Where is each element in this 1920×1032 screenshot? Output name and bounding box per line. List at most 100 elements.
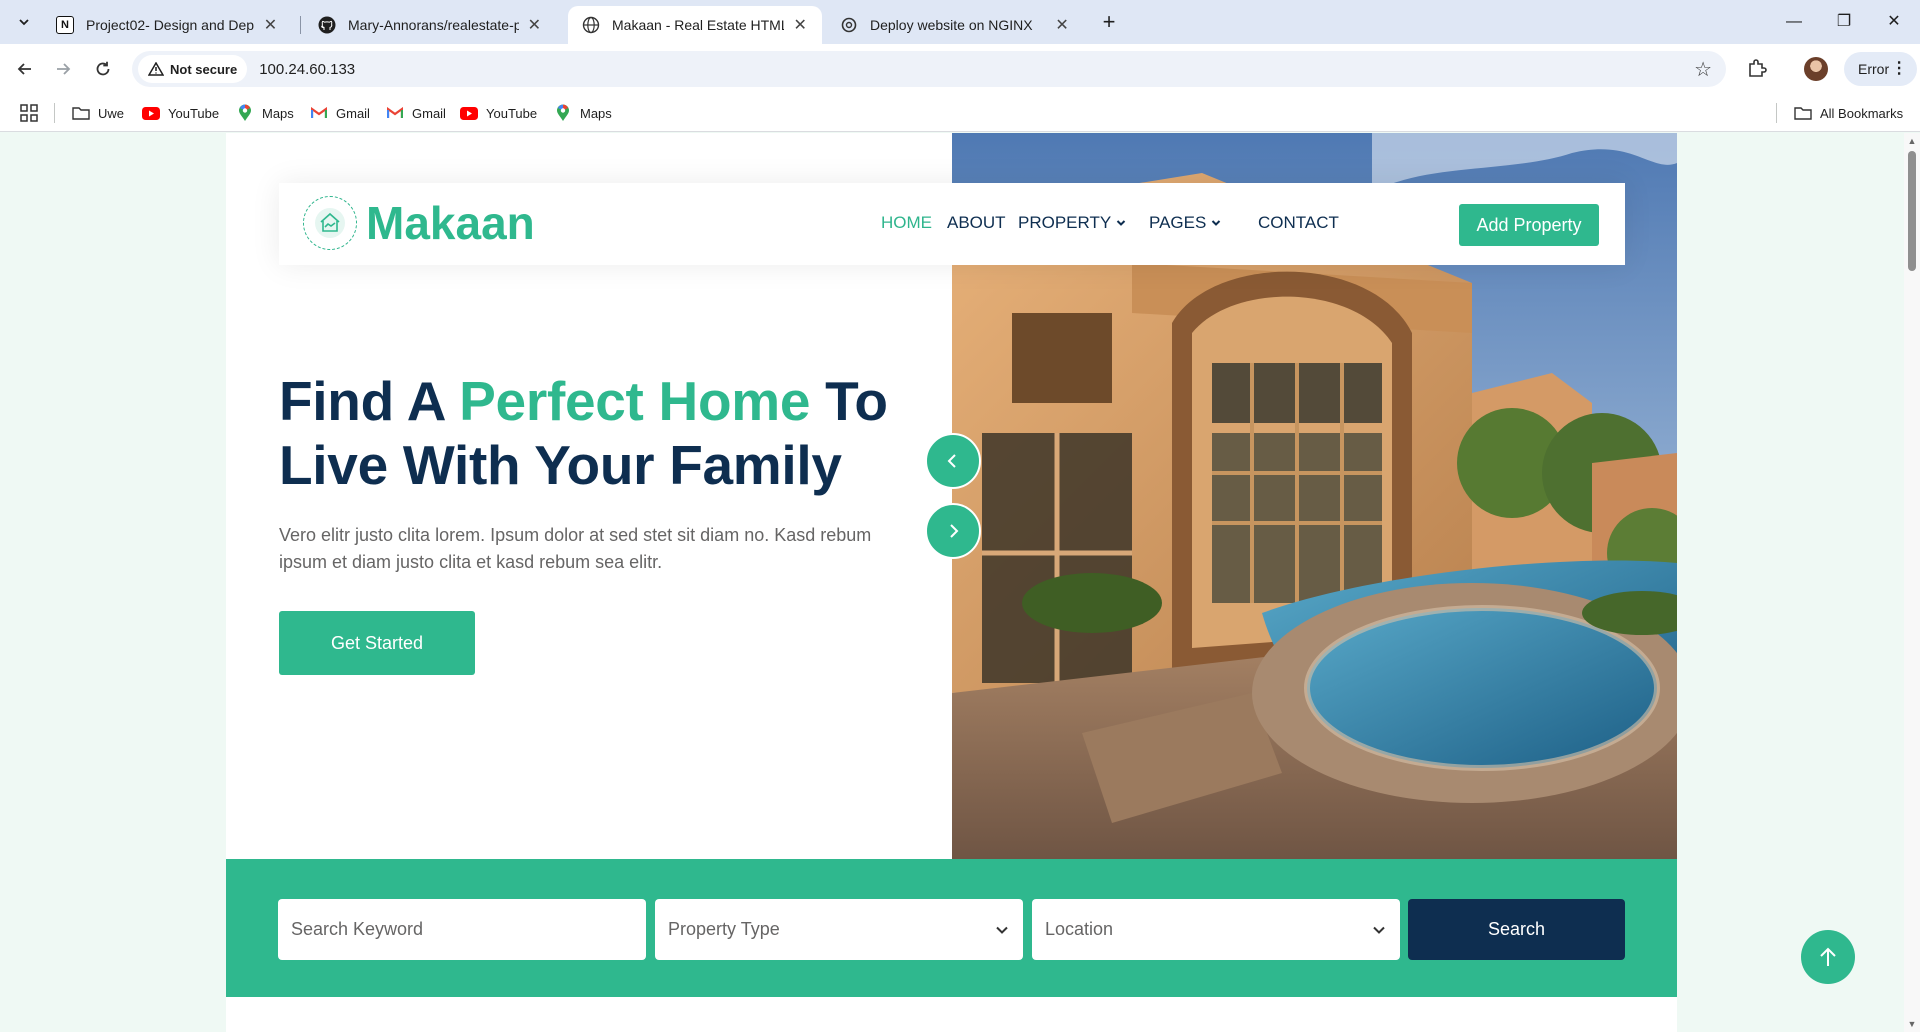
close-window-button[interactable]: ✕ (1874, 8, 1914, 36)
scroll-down-icon[interactable]: ▼ (1907, 1020, 1917, 1029)
hero-title-highlight: Perfect Home (459, 370, 811, 432)
browser-tab-bar: N Project02- Design and Deploym ✕ Mary-A… (0, 0, 1920, 44)
bookmark-label: Uwe (98, 105, 125, 121)
hero-title: Find A Perfect Home To Live With Your Fa… (279, 369, 919, 497)
bookmarks-divider (1776, 103, 1777, 123)
close-tab-icon[interactable]: ✕ (1054, 15, 1070, 35)
github-icon (318, 16, 336, 34)
bookmark-youtube[interactable]: YouTube (142, 103, 219, 123)
reload-button[interactable] (90, 56, 116, 82)
address-bar[interactable]: Not secure 100.24.60.133 ☆ (132, 51, 1726, 87)
bookmark-maps[interactable]: Maps (554, 103, 612, 123)
gmail-icon (310, 105, 328, 121)
property-type-value: Property Type (668, 919, 780, 939)
folder-icon (1794, 105, 1812, 121)
bookmark-star-icon[interactable]: ☆ (1694, 57, 1712, 82)
bookmark-label: YouTube (486, 105, 538, 121)
search-button[interactable]: Search (1408, 899, 1625, 960)
tab-title: Mary-Annorans/realestate-port (348, 17, 519, 33)
search-bar-section: Search Keyword Property Type Location Se… (226, 859, 1677, 997)
brand-name: Makaan (366, 197, 535, 249)
nav-about[interactable]: ABOUT (947, 213, 1006, 233)
site-navbar: Makaan HOME ABOUT PROPERTY PAGES CONTACT… (279, 183, 1625, 265)
scrollbar-thumb[interactable] (1908, 151, 1916, 271)
reload-icon (96, 61, 110, 76)
chevron-down-icon (19, 19, 29, 26)
bookmark-youtube[interactable]: YouTube (460, 103, 537, 123)
property-type-select[interactable]: Property Type (655, 899, 1023, 960)
brand-logo[interactable]: Makaan (303, 196, 535, 250)
chevron-down-icon (1117, 220, 1126, 226)
page-scrollbar[interactable]: ▲ ▼ (1904, 133, 1920, 1032)
tab-github[interactable]: Mary-Annorans/realestate-port ✕ (304, 6, 556, 44)
location-select[interactable]: Location (1032, 899, 1400, 960)
chevron-left-icon (947, 454, 956, 468)
close-tab-icon[interactable]: ✕ (263, 15, 278, 35)
hero-title-part1: Find A (279, 370, 460, 432)
new-tab-button[interactable]: + (1096, 10, 1122, 36)
nav-property[interactable]: PROPERTY (1018, 213, 1126, 233)
hero-description: Vero elitr justo clita lorem. Ipsum dolo… (279, 525, 872, 572)
location-value: Location (1045, 919, 1114, 939)
bookmark-gmail[interactable]: Gmail (310, 103, 370, 123)
bookmark-label: Gmail (412, 105, 446, 121)
security-label: Not secure (170, 61, 238, 77)
apps-grid-icon[interactable] (20, 104, 38, 122)
tab-makaan[interactable]: Makaan - Real Estate HTML Ten ✕ (568, 6, 822, 44)
globe-icon (582, 16, 600, 34)
carousel-prev-button[interactable] (925, 433, 981, 489)
restore-button[interactable]: ❐ (1824, 8, 1864, 36)
profile-avatar[interactable] (1804, 57, 1828, 81)
notion-icon: N (56, 16, 74, 34)
tab-title: Deploy website on NGINX (870, 17, 1033, 33)
openai-icon (840, 16, 858, 34)
arrow-left-icon (17, 63, 31, 75)
bookmark-label: Maps (262, 105, 294, 121)
tab-search-button[interactable] (12, 10, 36, 34)
back-to-top-button[interactable] (1801, 930, 1855, 984)
search-keyword-placeholder: Search Keyword (291, 919, 424, 939)
close-tab-icon[interactable]: ✕ (527, 15, 542, 35)
security-chip[interactable]: Not secure (138, 55, 248, 83)
nav-property-label: PROPERTY (1018, 213, 1112, 232)
arrow-right-icon (57, 63, 71, 75)
get-started-button[interactable]: Get Started (279, 611, 475, 675)
maps-icon (554, 104, 572, 121)
nav-pages[interactable]: PAGES (1149, 213, 1221, 233)
youtube-icon (142, 105, 160, 121)
search-keyword-input[interactable]: Search Keyword (278, 899, 646, 960)
tab-divider (300, 16, 301, 34)
tab-project02[interactable]: N Project02- Design and Deploym ✕ (42, 6, 292, 44)
bookmark-label: Gmail (336, 105, 370, 121)
chevron-down-icon (1373, 926, 1385, 934)
extensions-icon[interactable] (1744, 56, 1770, 82)
chevron-down-icon (1212, 220, 1221, 226)
minimize-button[interactable]: — (1774, 8, 1814, 36)
more-menu-icon[interactable]: ⋮ (1891, 52, 1907, 86)
close-tab-icon[interactable]: ✕ (792, 15, 808, 35)
forward-button[interactable] (50, 56, 76, 82)
bookmark-label: YouTube (168, 105, 220, 121)
bookmark-uwe[interactable]: Uwe (72, 103, 124, 123)
nav-home-label: HOME (881, 213, 932, 232)
house-handshake-icon (303, 196, 357, 250)
bookmark-gmail[interactable]: Gmail (386, 103, 446, 123)
nav-pages-label: PAGES (1149, 213, 1207, 232)
all-bookmarks-button[interactable]: All Bookmarks (1794, 103, 1903, 123)
profile-error-label: Error (1858, 61, 1890, 77)
youtube-icon (460, 105, 478, 121)
back-button[interactable] (12, 56, 38, 82)
add-property-button[interactable]: Add Property (1459, 204, 1599, 246)
scroll-up-icon[interactable]: ▲ (1907, 137, 1917, 146)
tab-nginx[interactable]: Deploy website on NGINX ✕ (826, 6, 1084, 44)
chevron-right-icon (950, 524, 959, 538)
carousel-next-button[interactable] (925, 503, 981, 559)
bookmarks-divider (54, 103, 55, 123)
gmail-icon (386, 105, 404, 121)
nav-contact[interactable]: CONTACT (1258, 213, 1339, 233)
bookmarks-bar: Uwe YouTube Maps Gmail Gmail YouTube Map… (0, 94, 1920, 132)
url-text[interactable]: 100.24.60.133 (259, 61, 355, 78)
nav-home[interactable]: HOME (881, 213, 932, 233)
profile-error-button[interactable]: Error ⋮ (1844, 52, 1918, 86)
bookmark-maps[interactable]: Maps (236, 103, 294, 123)
